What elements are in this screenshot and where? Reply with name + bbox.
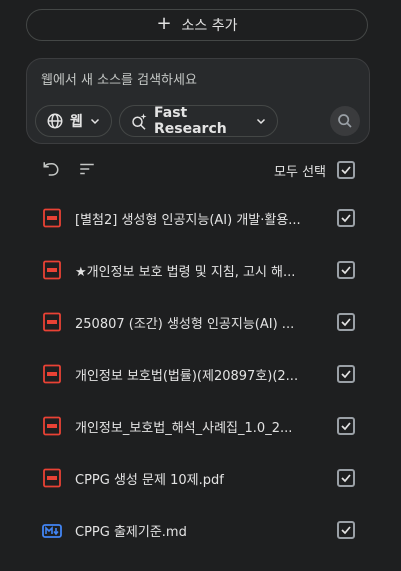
source-title: CPPG 생성 문제 10제.pdf: [75, 473, 224, 488]
add-source-button[interactable]: + 소스 추가: [26, 9, 368, 41]
check-icon: [341, 526, 351, 535]
source-item[interactable]: ★개인정보 보호 법령 및 지침, 고시 해...: [0, 248, 401, 292]
pdf-file-icon: [43, 468, 61, 488]
check-icon: [341, 370, 351, 379]
source-item[interactable]: CPPG 출제기준.md: [0, 508, 401, 552]
source-checkbox[interactable]: [337, 209, 355, 227]
source-checkbox[interactable]: [337, 365, 355, 383]
check-icon: [341, 214, 351, 223]
source-item[interactable]: [별첨2] 생성형 인공지능(AI) 개발·활용...: [0, 196, 401, 240]
select-all-checkbox[interactable]: [337, 161, 355, 179]
source-item[interactable]: CPPG 생성 문제 10제.pdf: [0, 456, 401, 500]
pdf-file-icon: [43, 208, 61, 228]
source-title: CPPG 출제기준.md: [75, 525, 187, 540]
check-icon: [341, 166, 351, 175]
source-type-dropdown[interactable]: 웹: [35, 105, 112, 137]
source-type-label: 웹: [70, 114, 83, 130]
source-title: [별첨2] 생성형 인공지능(AI) 개발·활용...: [75, 213, 301, 228]
chevron-down-icon: [90, 118, 99, 125]
pdf-file-icon: [43, 416, 61, 436]
plus-icon: +: [156, 13, 172, 34]
pdf-file-icon: [43, 364, 61, 384]
source-checkbox[interactable]: [337, 261, 355, 279]
check-icon: [341, 422, 351, 431]
source-checkbox[interactable]: [337, 521, 355, 539]
source-title: 250807 (조간) 생성형 인공지능(AI) ...: [75, 317, 295, 332]
pdf-file-icon: [43, 312, 61, 332]
check-icon: [341, 266, 351, 275]
select-all-label: 모두 선택: [274, 165, 326, 180]
source-item[interactable]: 개인정보 보호법(법률)(제20897호)(2...: [0, 352, 401, 396]
check-icon: [341, 318, 351, 327]
research-mode-label: Fast Research: [154, 105, 227, 137]
sort-icon[interactable]: [78, 160, 96, 178]
check-icon: [341, 474, 351, 483]
globe-icon: [47, 113, 63, 129]
undo-icon[interactable]: [42, 160, 60, 178]
web-search-input[interactable]: [41, 73, 341, 88]
search-submit-button[interactable]: [330, 106, 360, 136]
add-source-label: 소스 추가: [181, 18, 238, 34]
source-title: ★개인정보 보호 법령 및 지침, 고시 해...: [75, 265, 296, 280]
source-checkbox[interactable]: [337, 417, 355, 435]
chevron-down-icon: [256, 118, 266, 125]
research-mode-dropdown[interactable]: Fast Research: [119, 105, 278, 137]
source-checkbox[interactable]: [337, 469, 355, 487]
source-checkbox[interactable]: [337, 313, 355, 331]
web-search-card: 웹 Fast Research: [26, 58, 370, 144]
sparkle-search-icon: [132, 113, 147, 130]
markdown-file-icon: [42, 524, 62, 538]
source-item[interactable]: 개인정보_보호법_해석_사례집_1.0_2...: [0, 404, 401, 448]
source-title: 개인정보 보호법(법률)(제20897호)(2...: [75, 369, 299, 384]
source-title: 개인정보_보호법_해석_사례집_1.0_2...: [75, 421, 293, 436]
pdf-file-icon: [43, 260, 61, 280]
search-icon: [338, 114, 352, 128]
source-item[interactable]: 250807 (조간) 생성형 인공지능(AI) ...: [0, 300, 401, 344]
